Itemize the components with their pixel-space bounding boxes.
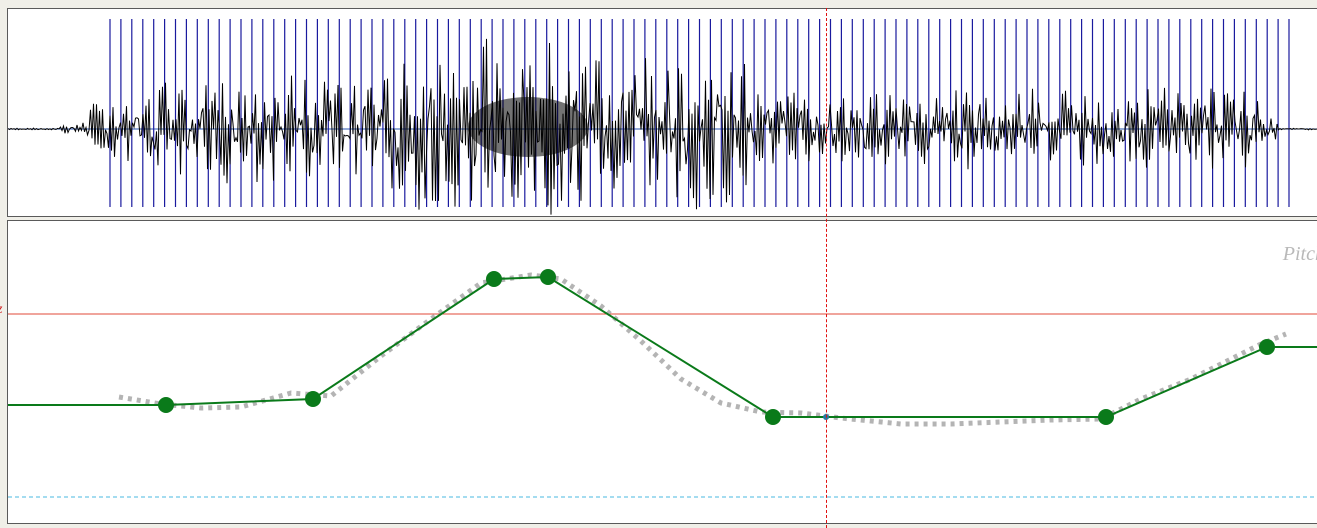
time-cursor[interactable] [826, 8, 827, 528]
waveform-panel[interactable] [7, 8, 1317, 217]
pitch-point[interactable] [540, 269, 556, 285]
pitch-point[interactable] [486, 271, 502, 287]
raw-pitch-curve [118, 272, 1287, 427]
pitch-point[interactable] [305, 391, 321, 407]
pitch-point[interactable] [1259, 339, 1275, 355]
reference-line-marker: z [0, 302, 2, 318]
waveform-signal [8, 38, 1317, 215]
pitch-point[interactable] [765, 409, 781, 425]
waveform-plot[interactable] [8, 9, 1317, 217]
pitch-panel-label: Pitch [1282, 243, 1317, 265]
pitch-panel[interactable]: Pitch [7, 220, 1317, 524]
stylized-pitch-line [8, 275, 1317, 418]
waveform-energy-peak [468, 97, 588, 157]
pitch-point[interactable] [1098, 409, 1114, 425]
pitch-plot[interactable] [8, 221, 1317, 524]
pitch-point[interactable] [158, 397, 174, 413]
